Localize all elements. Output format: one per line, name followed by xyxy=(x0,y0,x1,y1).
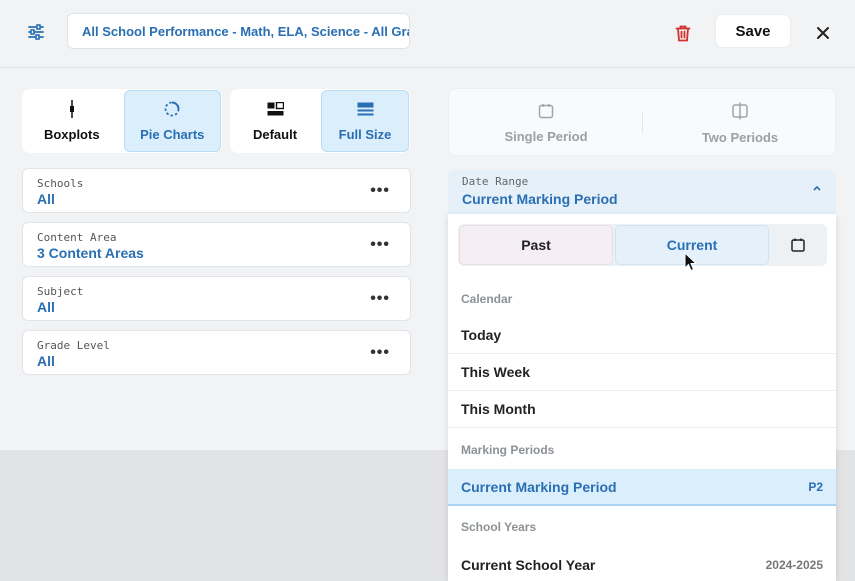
option-label: Current Marking Period xyxy=(461,478,617,495)
filter-subject[interactable]: Subject All ••• xyxy=(22,276,411,321)
more-options-icon[interactable]: ••• xyxy=(370,344,390,362)
filter-value: All xyxy=(37,299,55,315)
date-range-select[interactable]: Date Range Current Marking Period xyxy=(448,170,836,214)
option-current-marking-period[interactable]: Current Marking Period P2 xyxy=(448,469,836,506)
tab-two-periods[interactable]: Two Periods xyxy=(643,89,837,157)
option-today[interactable]: Today xyxy=(448,317,836,354)
header-divider xyxy=(0,67,855,68)
filter-label: Schools xyxy=(37,177,84,190)
pie-charts-label: Pie Charts xyxy=(140,127,205,142)
default-size-button[interactable]: Default xyxy=(231,90,319,152)
section-calendar: Calendar xyxy=(461,292,513,306)
option-label: This Week xyxy=(461,364,530,380)
delete-button[interactable] xyxy=(670,20,696,46)
full-size-label: Full Size xyxy=(338,127,392,142)
more-options-icon[interactable]: ••• xyxy=(370,290,390,308)
filter-label: Content Area xyxy=(37,231,117,244)
filter-value: 3 Content Areas xyxy=(37,245,144,261)
tab-two-periods-label: Two Periods xyxy=(701,129,779,145)
past-current-toggle: Past Current xyxy=(458,224,827,266)
save-button[interactable]: Save xyxy=(715,14,791,48)
chart-type-toggle: Boxplots Pie Charts xyxy=(22,89,222,153)
report-title-input[interactable]: All School Performance - Math, ELA, Scie… xyxy=(67,13,410,49)
option-current-school-year[interactable]: Current School Year 2024-2025 xyxy=(448,546,836,581)
option-label: This Month xyxy=(461,401,536,417)
filter-schools[interactable]: Schools All ••• xyxy=(22,168,411,213)
filter-label: Subject xyxy=(37,285,84,298)
chevron-up-icon xyxy=(813,185,821,191)
option-badge: P2 xyxy=(808,479,823,494)
sliders-icon xyxy=(28,24,44,40)
date-range-label: Date Range xyxy=(462,175,529,188)
full-size-icon xyxy=(357,100,374,118)
filter-grade-level[interactable]: Grade Level All ••• xyxy=(22,330,411,375)
filter-label: Grade Level xyxy=(37,339,110,352)
full-size-button[interactable]: Full Size xyxy=(321,90,409,152)
filter-settings-button[interactable] xyxy=(22,20,50,44)
section-school-years: School Years xyxy=(461,520,537,534)
pie-chart-icon xyxy=(164,100,180,118)
default-layout-icon xyxy=(267,100,284,118)
option-label: Today xyxy=(461,327,502,343)
more-options-icon[interactable]: ••• xyxy=(370,236,390,254)
section-marking-periods: Marking Periods xyxy=(461,443,555,457)
option-badge: 2024-2025 xyxy=(765,557,823,572)
filter-value: All xyxy=(37,353,55,369)
tab-single-period-label: Single Period xyxy=(504,128,588,144)
close-button[interactable] xyxy=(810,20,836,46)
option-this-week[interactable]: This Week xyxy=(448,354,836,391)
date-range-dropdown: Past Current Calendar Today This Week Th… xyxy=(448,214,836,581)
boxplot-icon xyxy=(68,100,76,118)
option-this-month[interactable]: This Month xyxy=(448,391,836,428)
layout-size-toggle: Default Full Size xyxy=(230,89,410,153)
boxplots-button[interactable]: Boxplots xyxy=(23,90,121,152)
date-range-value: Current Marking Period xyxy=(462,191,618,207)
pie-charts-button[interactable]: Pie Charts xyxy=(123,90,221,152)
filter-value: All xyxy=(37,191,55,207)
compare-icon xyxy=(732,102,748,119)
boxplots-label: Boxplots xyxy=(43,127,100,142)
filter-content-area[interactable]: Content Area 3 Content Areas ••• xyxy=(22,222,411,267)
calendar-icon xyxy=(791,238,805,252)
mouse-cursor-icon xyxy=(684,252,698,272)
trash-icon xyxy=(675,25,691,41)
past-button[interactable]: Past xyxy=(459,225,613,265)
custom-date-button[interactable] xyxy=(784,233,812,257)
period-mode-tabs: Single Period Two Periods xyxy=(448,88,836,156)
default-size-label: Default xyxy=(252,127,298,142)
option-label: Current School Year xyxy=(461,556,596,573)
close-icon xyxy=(817,27,829,39)
more-options-icon[interactable]: ••• xyxy=(370,182,390,200)
tab-single-period[interactable]: Single Period xyxy=(449,89,643,157)
calendar-icon xyxy=(538,103,554,118)
